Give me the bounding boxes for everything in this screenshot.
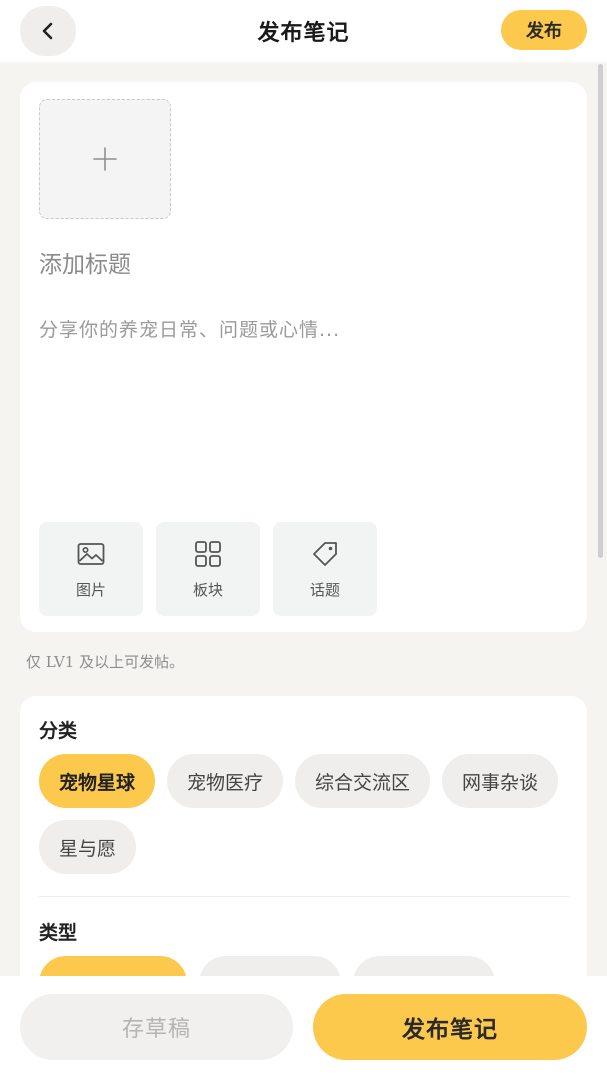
chip-category-2[interactable]: 综合交流区 [295,754,431,808]
scrollbar[interactable] [598,64,603,558]
publish-note-button[interactable]: 发布笔记 [313,994,587,1060]
save-draft-button[interactable]: 存草稿 [20,994,293,1060]
plus-icon [93,147,117,171]
add-image-button[interactable] [39,99,171,219]
category-chips: 宠物星球 宠物医疗 综合交流区 网事杂谈 星与愿 [39,754,579,874]
tool-image-button[interactable]: 图片 [39,522,143,616]
tool-board-button[interactable]: 板块 [156,522,260,616]
tool-image-label: 图片 [75,580,106,599]
grid-icon [195,540,221,567]
category-card: 分类 宠物星球 宠物医疗 综合交流区 网事杂谈 星与愿 类型 [20,696,587,996]
divider [39,896,569,897]
category-label: 分类 [39,720,78,742]
permission-hint: 仅 LV1 及以上可发帖。 [26,653,185,671]
chip-category-0[interactable]: 宠物星球 [39,754,156,808]
chip-category-4[interactable]: 星与愿 [39,820,137,874]
top-bar: 发布笔记 发布 [0,0,607,62]
editor-card: 添加标题 分享你的养宠日常、问题或心情... 图片 板块 话题 [20,82,587,632]
tag-icon [313,541,337,566]
title-input[interactable]: 添加标题 [39,245,559,285]
content-input[interactable]: 分享你的养宠日常、问题或心情... [39,315,559,355]
bottom-action-bar: 存草稿 发布笔记 [0,976,607,1080]
publish-button-top[interactable]: 发布 [501,10,587,50]
editor-toolbar: 图片 板块 话题 [39,522,377,616]
tool-board-label: 板块 [192,580,223,599]
chip-category-1[interactable]: 宠物医疗 [167,754,284,808]
tool-topic-label: 话题 [309,580,340,599]
type-label: 类型 [39,922,78,944]
tool-topic-button[interactable]: 话题 [273,522,377,616]
image-icon [77,542,105,565]
chip-category-3[interactable]: 网事杂谈 [442,754,559,808]
